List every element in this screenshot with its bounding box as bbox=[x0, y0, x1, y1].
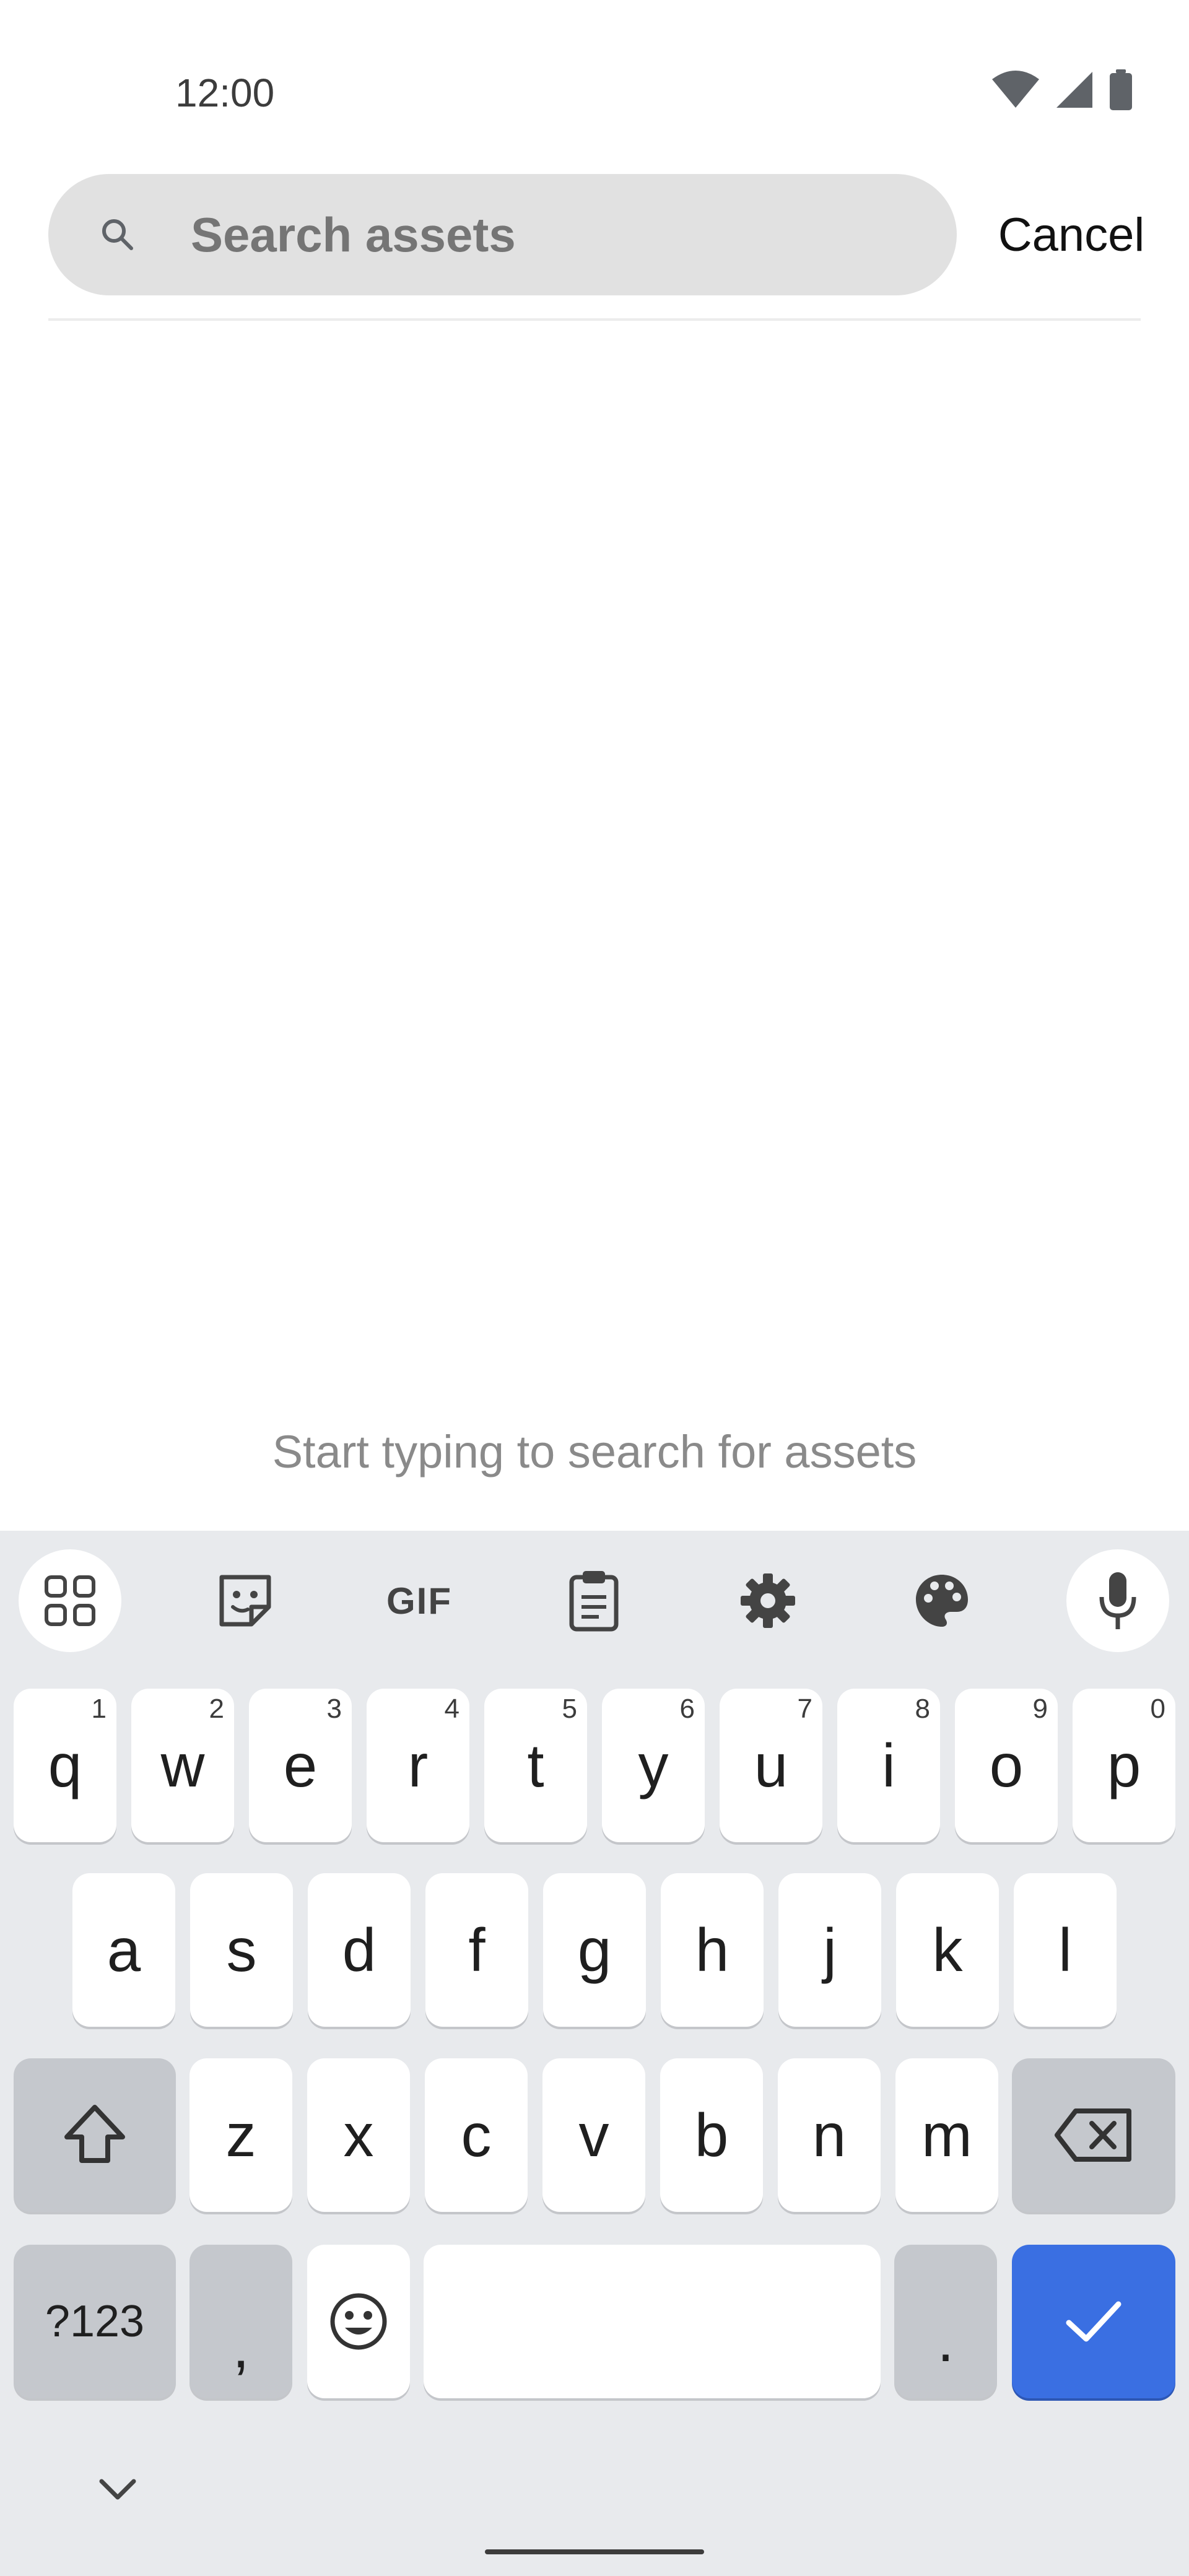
gif-label: GIF bbox=[386, 1580, 452, 1622]
cancel-button[interactable]: Cancel bbox=[991, 197, 1152, 274]
backspace-key[interactable] bbox=[1012, 2058, 1175, 2212]
key-label: p bbox=[1107, 1731, 1141, 1799]
microphone-icon[interactable] bbox=[1066, 1549, 1169, 1652]
checkmark-icon bbox=[1066, 2301, 1121, 2342]
sticker-icon[interactable] bbox=[194, 1549, 297, 1652]
key-label: i bbox=[882, 1731, 895, 1799]
shift-icon bbox=[64, 2105, 125, 2163]
key-k[interactable]: k bbox=[896, 1873, 999, 2027]
key-label: o bbox=[989, 1731, 1024, 1799]
key-h[interactable]: h bbox=[661, 1873, 764, 2027]
status-icons bbox=[991, 68, 1133, 111]
apps-grid-icon[interactable] bbox=[19, 1549, 121, 1652]
key-hint: 4 bbox=[444, 1694, 459, 1724]
key-hint: 7 bbox=[797, 1694, 812, 1724]
key-label: u bbox=[754, 1731, 788, 1799]
key-n[interactable]: n bbox=[778, 2058, 881, 2212]
key-f[interactable]: f bbox=[425, 1873, 528, 2027]
key-hint: 3 bbox=[326, 1694, 342, 1724]
battery-icon bbox=[1110, 69, 1132, 110]
status-bar: 12:00 bbox=[0, 0, 1189, 142]
emoji-icon bbox=[330, 2293, 387, 2350]
clipboard-icon[interactable] bbox=[542, 1549, 645, 1652]
keyboard-toolbar: GIF bbox=[0, 1531, 1189, 1661]
key-w[interactable]: w2 bbox=[131, 1689, 234, 1842]
on-screen-keyboard: GIF q 1 w 2 e 3 r 4 t 5 y 6 u 7 i 8 o 9 … bbox=[0, 1531, 1189, 2576]
signal-icon bbox=[1056, 72, 1092, 108]
comma-label: , bbox=[232, 2312, 250, 2380]
settings-icon[interactable] bbox=[716, 1549, 819, 1652]
key-j[interactable]: j bbox=[778, 1873, 881, 2027]
key-hint: 6 bbox=[679, 1694, 695, 1724]
period-key[interactable]: . bbox=[894, 2245, 997, 2398]
key-q[interactable]: q1 bbox=[14, 1689, 116, 1842]
comma-key[interactable]: , bbox=[189, 2245, 292, 2398]
key-z[interactable]: z bbox=[189, 2058, 292, 2212]
gif-icon[interactable]: GIF bbox=[368, 1549, 471, 1652]
key-label: q bbox=[48, 1731, 82, 1799]
key-t[interactable]: t5 bbox=[484, 1689, 587, 1842]
backspace-icon bbox=[1055, 2108, 1131, 2162]
key-hint: 1 bbox=[91, 1694, 107, 1724]
emoji-key[interactable] bbox=[307, 2245, 410, 2398]
chevron-down-icon[interactable] bbox=[93, 2474, 142, 2505]
symbols-key[interactable]: ?123 bbox=[14, 2245, 176, 2398]
key-label: r bbox=[407, 1731, 429, 1799]
key-hint: 2 bbox=[209, 1694, 224, 1724]
key-r[interactable]: r4 bbox=[367, 1689, 469, 1842]
empty-state-message: Start typing to search for assets bbox=[272, 1426, 917, 1477]
key-v[interactable]: v bbox=[542, 2058, 645, 2212]
key-s[interactable]: s bbox=[190, 1873, 293, 2027]
theme-palette-icon[interactable] bbox=[891, 1549, 993, 1652]
key-o[interactable]: o9 bbox=[955, 1689, 1058, 1842]
wifi-icon bbox=[992, 71, 1039, 108]
key-m[interactable]: m bbox=[895, 2058, 998, 2212]
shift-key[interactable] bbox=[14, 2058, 176, 2212]
key-label: t bbox=[527, 1731, 544, 1799]
key-a[interactable]: a bbox=[72, 1873, 175, 2027]
key-i[interactable]: i8 bbox=[837, 1689, 940, 1842]
key-c[interactable]: c bbox=[425, 2058, 528, 2212]
key-y[interactable]: y6 bbox=[602, 1689, 705, 1842]
done-key[interactable] bbox=[1012, 2245, 1175, 2398]
status-time: 12:00 bbox=[175, 71, 275, 115]
key-d[interactable]: d bbox=[308, 1873, 411, 2027]
key-x[interactable]: x bbox=[307, 2058, 410, 2212]
key-e[interactable]: e3 bbox=[249, 1689, 352, 1842]
search-input[interactable] bbox=[191, 174, 921, 295]
key-label: y bbox=[638, 1731, 669, 1799]
divider bbox=[48, 318, 1141, 321]
home-indicator[interactable] bbox=[485, 2549, 704, 2554]
key-b[interactable]: b bbox=[660, 2058, 763, 2212]
key-p[interactable]: p0 bbox=[1073, 1689, 1175, 1842]
key-hint: 8 bbox=[915, 1694, 930, 1724]
search-icon bbox=[102, 219, 133, 250]
key-hint: 5 bbox=[562, 1694, 577, 1724]
key-label: e bbox=[283, 1731, 318, 1799]
key-u[interactable]: u7 bbox=[720, 1689, 822, 1842]
search-bar[interactable] bbox=[48, 174, 957, 295]
key-l[interactable]: l bbox=[1014, 1873, 1117, 2027]
key-hint: 9 bbox=[1032, 1694, 1048, 1724]
key-hint: 0 bbox=[1150, 1694, 1165, 1724]
key-label: w bbox=[160, 1731, 205, 1799]
period-label: . bbox=[937, 2305, 954, 2374]
key-g[interactable]: g bbox=[543, 1873, 646, 2027]
space-bar[interactable] bbox=[424, 2245, 881, 2398]
